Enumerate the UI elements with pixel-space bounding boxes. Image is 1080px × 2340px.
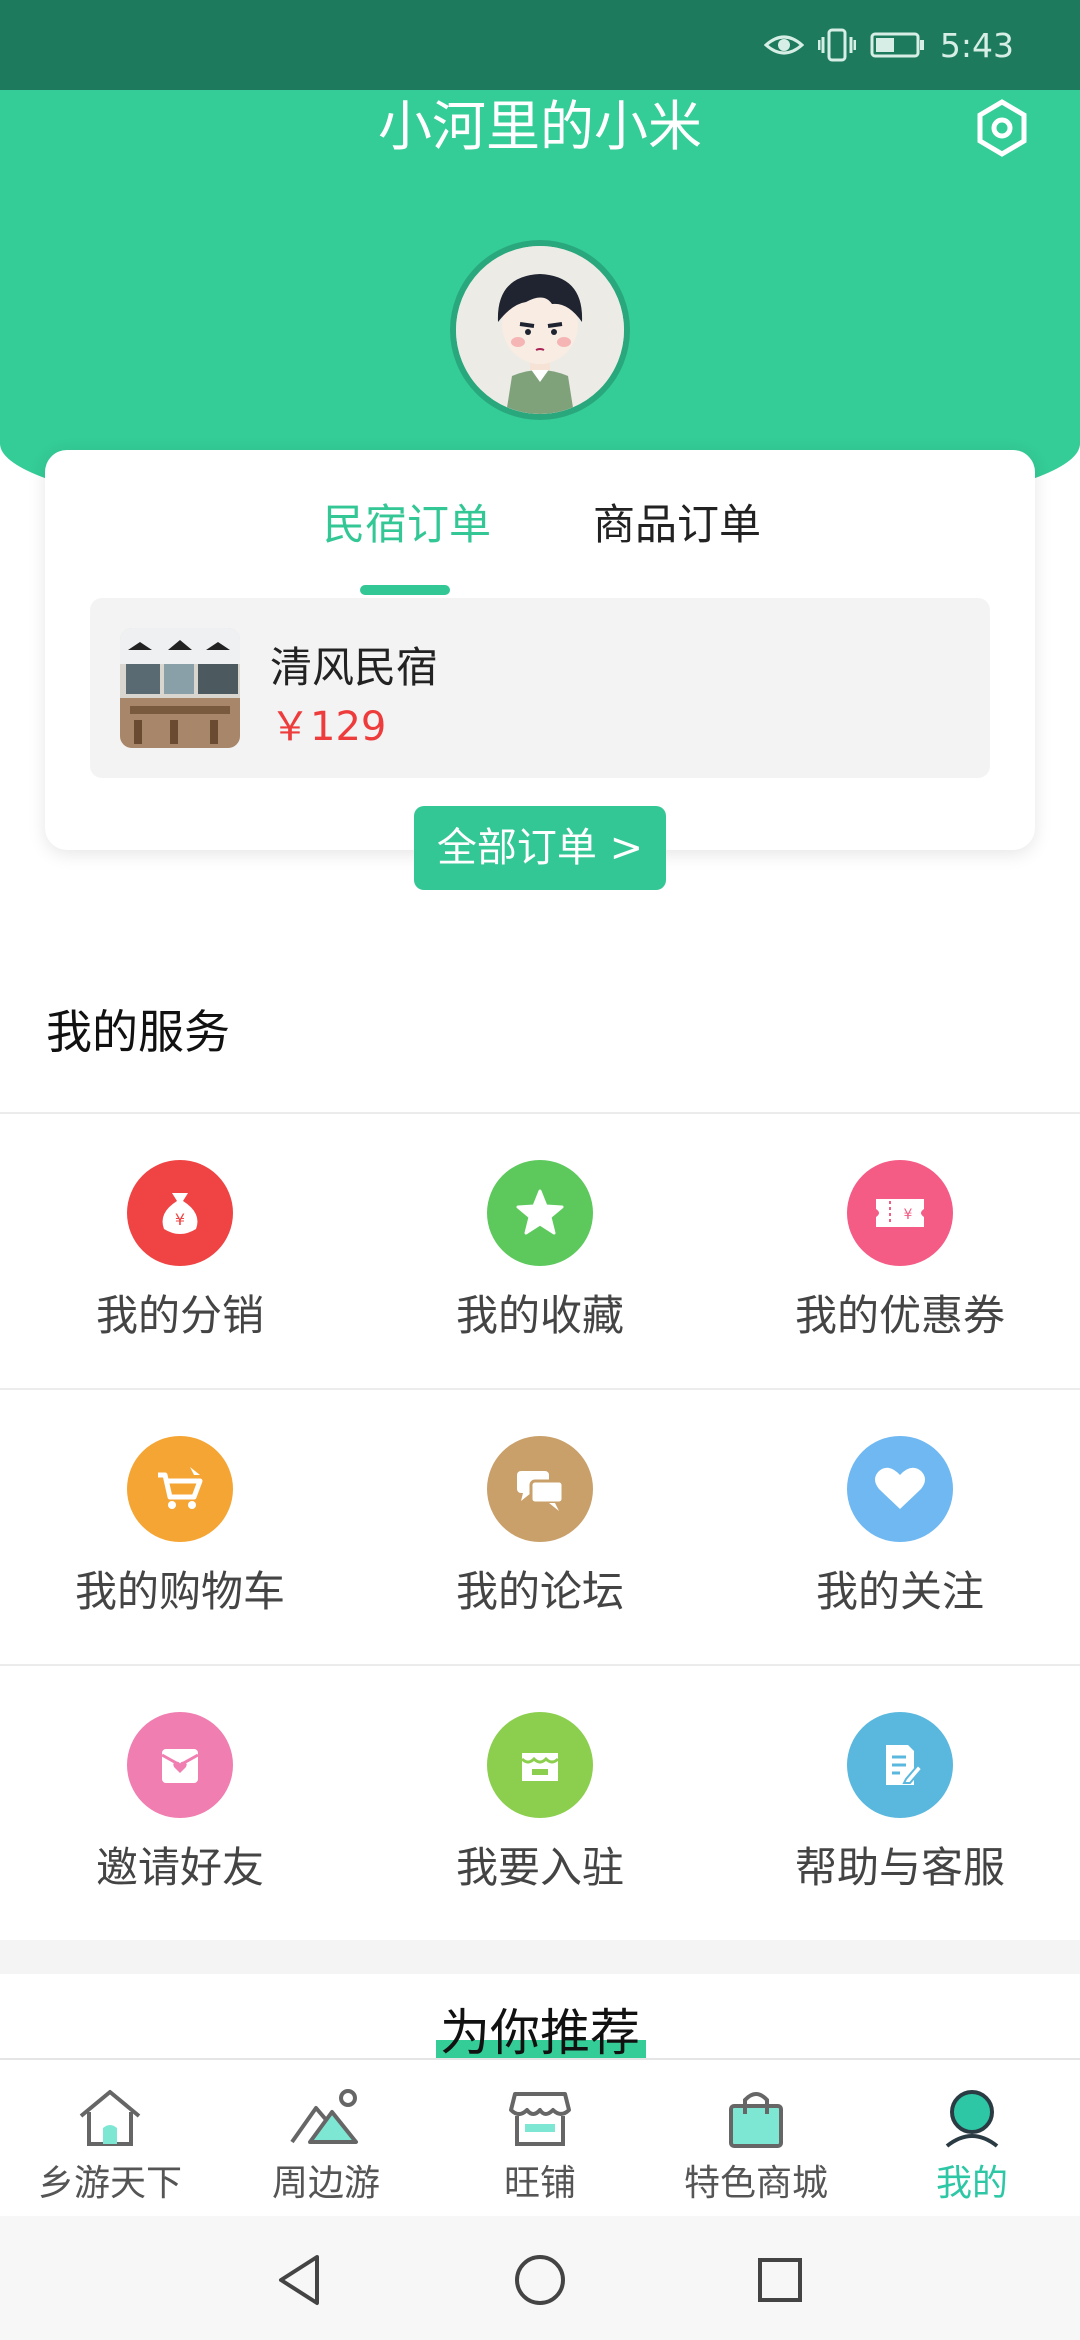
nav-item-profile[interactable]: 我的 bbox=[864, 2060, 1080, 2218]
order-thumbnail bbox=[120, 628, 240, 748]
home-nav-button[interactable] bbox=[510, 2250, 570, 2310]
service-favorites[interactable]: 我的收藏 bbox=[360, 1114, 720, 1390]
services-row: 我的购物车 我的论坛 我的关注 bbox=[0, 1388, 1080, 1664]
back-triangle-icon bbox=[279, 2255, 319, 2305]
home-icon bbox=[70, 2082, 150, 2154]
heart-icon bbox=[847, 1436, 953, 1542]
tab-product-orders[interactable]: 商品订单 bbox=[593, 490, 761, 560]
shop-icon bbox=[500, 2082, 580, 2154]
profile-icon bbox=[932, 2082, 1012, 2154]
services-title: 我的服务 bbox=[46, 1005, 230, 1059]
order-name: 清风民宿 bbox=[270, 643, 439, 692]
nav-label: 乡游天下 bbox=[37, 2163, 182, 2204]
avatar[interactable] bbox=[450, 240, 630, 420]
nav-item-shop[interactable]: 旺铺 bbox=[432, 2060, 648, 2218]
nav-item-nearby[interactable]: 周边游 bbox=[218, 2060, 434, 2218]
system-nav-bar bbox=[0, 2216, 1080, 2340]
status-time: 5:43 bbox=[939, 25, 1014, 65]
service-distribution[interactable]: ¥ 我的分销 bbox=[0, 1114, 360, 1390]
order-card: 民宿订单 商品订单 清风民宿 ￥129 bbox=[45, 450, 1035, 850]
nav-label: 特色商城 bbox=[683, 2163, 828, 2204]
back-button[interactable] bbox=[270, 2250, 330, 2310]
service-join[interactable]: 我要入驻 bbox=[360, 1666, 720, 1942]
home-circle-icon bbox=[515, 2255, 565, 2305]
status-bar: 5:43 bbox=[0, 0, 1080, 90]
service-forum[interactable]: 我的论坛 bbox=[360, 1390, 720, 1666]
store-icon bbox=[487, 1712, 593, 1818]
bottom-nav: 乡游天下 周边游 旺铺 特色商城 我的 bbox=[0, 2058, 1080, 2216]
battery-icon bbox=[870, 31, 926, 59]
services-row: 邀请好友 我要入驻 帮助与客服 bbox=[0, 1664, 1080, 1940]
user-name: 小河里的小米 bbox=[378, 95, 702, 158]
chat-icon bbox=[487, 1436, 593, 1542]
svg-text:¥: ¥ bbox=[904, 1207, 913, 1223]
avatar-cartoon-icon bbox=[456, 246, 624, 414]
services-grid: ¥ 我的分销 我的收藏 ¥ 我的优惠券 我的购物车 我的论坛 我的关注 邀请好友… bbox=[0, 1112, 1080, 1940]
settings-hex-icon bbox=[977, 99, 1027, 157]
shopping-bag-icon bbox=[716, 2082, 796, 2154]
service-label: 我的分销 bbox=[95, 1291, 264, 1340]
money-bag-icon: ¥ bbox=[127, 1160, 233, 1266]
order-tabs: 民宿订单 商品订单 bbox=[45, 490, 1035, 560]
service-label: 帮助与客服 bbox=[794, 1843, 1005, 1892]
active-tab-indicator bbox=[360, 585, 450, 595]
coupon-icon: ¥ bbox=[847, 1160, 953, 1266]
service-following[interactable]: 我的关注 bbox=[720, 1390, 1080, 1666]
service-label: 邀请好友 bbox=[95, 1843, 264, 1892]
service-label: 我的论坛 bbox=[455, 1567, 624, 1616]
service-label: 我的优惠券 bbox=[794, 1291, 1005, 1340]
service-cart[interactable]: 我的购物车 bbox=[0, 1390, 360, 1666]
nav-label: 我的 bbox=[935, 2163, 1008, 2204]
service-invite[interactable]: 邀请好友 bbox=[0, 1666, 360, 1942]
vibrate-icon bbox=[817, 27, 856, 63]
service-help[interactable]: 帮助与客服 bbox=[720, 1666, 1080, 1942]
nav-label: 旺铺 bbox=[503, 2163, 576, 2204]
svg-text:¥: ¥ bbox=[175, 1210, 185, 1229]
order-price: ￥129 bbox=[270, 704, 387, 750]
mountain-icon bbox=[286, 2082, 366, 2154]
nav-label: 周边游 bbox=[271, 2163, 380, 2204]
settings-button[interactable] bbox=[970, 96, 1034, 160]
eye-icon bbox=[763, 31, 804, 59]
recents-button[interactable] bbox=[750, 2250, 810, 2310]
service-label: 我要入驻 bbox=[455, 1843, 624, 1892]
service-label: 我的收藏 bbox=[455, 1291, 624, 1340]
service-coupons[interactable]: ¥ 我的优惠券 bbox=[720, 1114, 1080, 1390]
services-row: ¥ 我的分销 我的收藏 ¥ 我的优惠券 bbox=[0, 1112, 1080, 1388]
nav-item-mall[interactable]: 特色商城 bbox=[648, 2060, 864, 2218]
service-label: 我的购物车 bbox=[74, 1567, 285, 1616]
help-doc-icon bbox=[847, 1712, 953, 1818]
room-photo-icon bbox=[120, 628, 240, 748]
order-item[interactable]: 清风民宿 ￥129 bbox=[90, 598, 990, 778]
tab-homestay-orders[interactable]: 民宿订单 bbox=[323, 490, 491, 560]
star-icon bbox=[487, 1160, 593, 1266]
service-label: 我的关注 bbox=[815, 1567, 984, 1616]
nav-item-home[interactable]: 乡游天下 bbox=[2, 2060, 218, 2218]
all-orders-button[interactable]: 全部订单 > bbox=[414, 806, 666, 890]
invite-icon bbox=[127, 1712, 233, 1818]
cart-icon bbox=[127, 1436, 233, 1542]
section-divider bbox=[0, 1940, 1080, 1974]
recents-square-icon bbox=[758, 2258, 802, 2302]
